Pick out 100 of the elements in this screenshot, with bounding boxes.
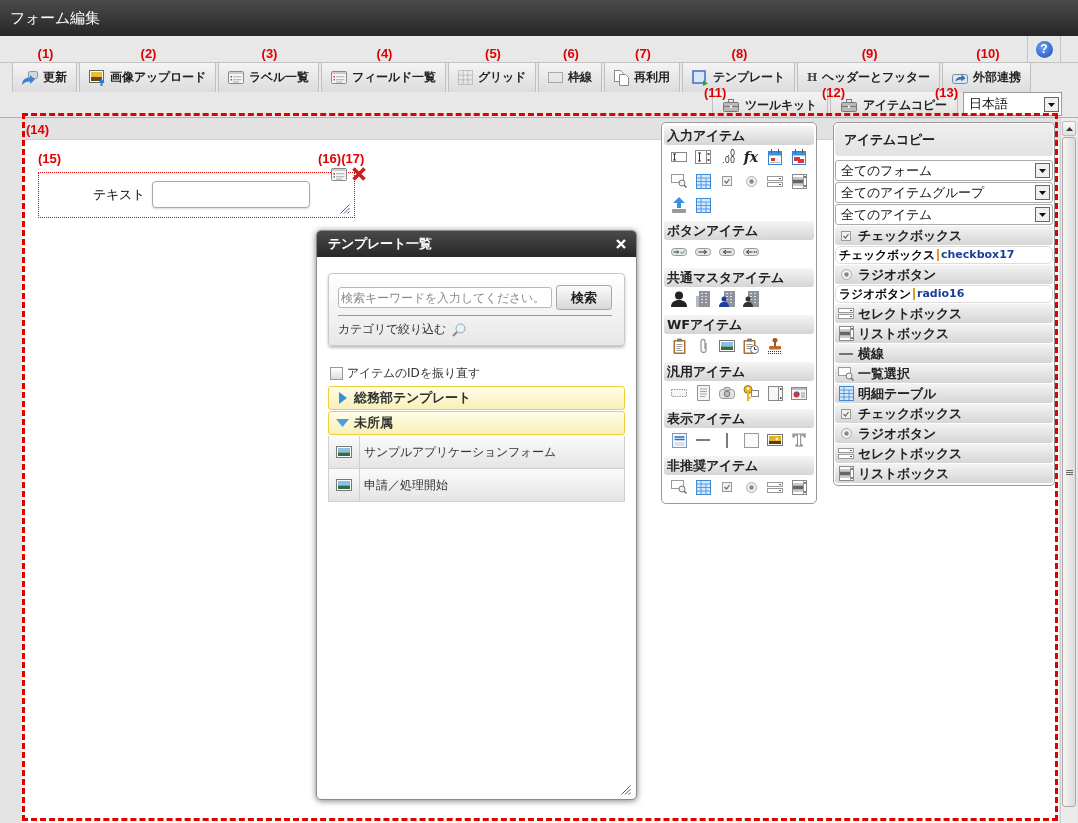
person-icon[interactable] bbox=[671, 291, 687, 307]
button-check-icon[interactable] bbox=[671, 248, 687, 256]
radio-button-icon bbox=[840, 269, 852, 280]
resize-grip-icon[interactable] bbox=[621, 785, 631, 795]
image-upload-icon bbox=[89, 69, 105, 86]
list-item[interactable]: ラジオボタン bbox=[835, 265, 1053, 284]
filter-select[interactable]: 全てのアイテムグループ bbox=[835, 182, 1053, 203]
radio-button-icon[interactable] bbox=[745, 481, 757, 493]
text-block-icon[interactable] bbox=[671, 432, 687, 448]
toolbar-button[interactable]: 枠線 bbox=[538, 63, 602, 92]
building-icon[interactable] bbox=[696, 291, 710, 307]
grip-icon bbox=[1065, 469, 1073, 475]
list-item[interactable]: 横線 bbox=[835, 344, 1053, 363]
caret-up-icon bbox=[1065, 126, 1073, 131]
search-button[interactable]: 検索 bbox=[556, 285, 612, 310]
number-format-icon[interactable]: .0 .00 bbox=[719, 150, 735, 164]
vertical-line-icon[interactable] bbox=[726, 432, 728, 448]
upload-icon[interactable] bbox=[672, 197, 686, 213]
item-detail[interactable]: チェックボックス checkbox17 bbox=[835, 246, 1053, 264]
key-icon[interactable] bbox=[743, 385, 759, 401]
list-item[interactable]: リストボックス bbox=[835, 324, 1053, 343]
stamp-icon[interactable] bbox=[767, 338, 783, 354]
table-icon[interactable] bbox=[695, 479, 711, 495]
camera-icon[interactable] bbox=[719, 387, 735, 399]
list-item[interactable]: セレクトボックス bbox=[835, 444, 1053, 463]
filter-select[interactable]: 全てのフォーム bbox=[835, 160, 1053, 181]
category-filter-link[interactable]: カテゴリで絞り込む bbox=[338, 321, 466, 338]
toolbox-icon bbox=[841, 99, 857, 112]
building-person-icon[interactable] bbox=[719, 291, 735, 307]
building-person-icon[interactable] bbox=[743, 291, 759, 307]
select-box-icon bbox=[838, 308, 854, 319]
category-row[interactable]: 総務部テンプレート bbox=[328, 386, 625, 410]
table-icon[interactable] bbox=[695, 173, 711, 189]
checkbox-icon[interactable] bbox=[722, 176, 732, 186]
list-box-icon[interactable] bbox=[791, 479, 807, 495]
list-window-icon[interactable] bbox=[331, 167, 347, 181]
list-item[interactable]: ラジオボタン bbox=[835, 424, 1053, 443]
section-header: 表示アイテム bbox=[664, 409, 814, 428]
lookup-field-icon[interactable] bbox=[671, 480, 687, 494]
toolbar-button[interactable]: グリッド bbox=[448, 63, 536, 92]
text-icon[interactable]: T bbox=[792, 432, 806, 448]
template-item[interactable]: サンプルアプリケーションフォーム bbox=[328, 436, 625, 469]
checkbox-icon bbox=[841, 230, 851, 241]
side-panel-icon[interactable] bbox=[767, 385, 783, 401]
formula-icon[interactable]: fx bbox=[743, 149, 759, 165]
scrollbar-track[interactable] bbox=[1060, 118, 1077, 823]
toolbar-button[interactable]: フィールド一覧 bbox=[321, 63, 446, 92]
clipboard-clock-icon[interactable] bbox=[743, 338, 759, 354]
list-item[interactable]: セレクトボックス bbox=[835, 304, 1053, 323]
toolbar-button[interactable]: 再利用 bbox=[604, 63, 680, 92]
toolbar-button[interactable]: 画像アップロード bbox=[79, 63, 216, 92]
annotation-label: (9) bbox=[861, 46, 878, 61]
select-box-icon[interactable] bbox=[767, 175, 783, 187]
dotted-rectangle-icon bbox=[548, 72, 563, 83]
share-arrow-icon bbox=[952, 71, 969, 84]
clipboard-icon[interactable] bbox=[672, 338, 686, 354]
window-title: フォーム編集 bbox=[10, 8, 100, 28]
resize-grip-icon[interactable] bbox=[340, 204, 350, 214]
item-id: radio16 bbox=[913, 288, 965, 300]
dashed-box-icon[interactable] bbox=[671, 389, 687, 397]
picture-icon[interactable] bbox=[767, 434, 783, 446]
image-icon[interactable] bbox=[719, 340, 735, 352]
category-row[interactable]: 未所属 bbox=[328, 411, 625, 435]
item-id: checkbox17 bbox=[937, 249, 1015, 261]
radio-button-icon bbox=[840, 428, 852, 439]
calendar-range-icon[interactable] bbox=[792, 149, 806, 165]
text-input[interactable] bbox=[152, 180, 310, 208]
filter-select[interactable]: 全てのアイテム bbox=[835, 204, 1053, 225]
paperclip-icon[interactable] bbox=[698, 338, 708, 354]
checkbox-icon[interactable] bbox=[722, 482, 732, 492]
list-item[interactable]: 一覧選択 bbox=[835, 364, 1053, 383]
language-select[interactable]: 日本語 bbox=[963, 92, 1062, 116]
template-item[interactable]: 申請／処理開始 bbox=[328, 469, 625, 502]
lookup-field-icon[interactable] bbox=[671, 174, 687, 188]
calendar-icon[interactable] bbox=[768, 149, 782, 165]
scrollbar-thumb[interactable] bbox=[1062, 137, 1076, 807]
table-icon[interactable] bbox=[695, 197, 711, 213]
cross-icon[interactable] bbox=[351, 166, 367, 182]
list-item[interactable]: リストボックス bbox=[835, 464, 1053, 483]
blank-box-icon[interactable] bbox=[743, 432, 759, 448]
radio-button-icon[interactable] bbox=[745, 175, 757, 187]
scroll-up-button[interactable] bbox=[1062, 121, 1076, 136]
toolbar-button[interactable]: ラベル一覧 bbox=[218, 63, 319, 92]
text-area-icon[interactable] bbox=[695, 150, 711, 164]
search-field[interactable]: 検索キーワードを入力してください。 bbox=[338, 287, 552, 308]
checkbox[interactable] bbox=[330, 367, 343, 380]
form-item[interactable]: テキスト bbox=[38, 172, 355, 218]
toolbar-button[interactable]: 更新 bbox=[12, 63, 77, 92]
list-item[interactable]: チェックボックス bbox=[835, 226, 1053, 245]
close-icon[interactable] bbox=[616, 239, 626, 249]
list-item[interactable]: チェックボックス bbox=[835, 404, 1053, 423]
annotation-label: (16) bbox=[318, 151, 342, 166]
chart-window-icon[interactable] bbox=[791, 386, 807, 400]
select-box-icon[interactable] bbox=[767, 481, 783, 493]
list-item[interactable]: 明細テーブル bbox=[835, 384, 1053, 403]
list-box-icon[interactable] bbox=[791, 173, 807, 189]
text-field-icon[interactable] bbox=[671, 152, 687, 162]
document-icon[interactable] bbox=[696, 385, 710, 401]
pages-icon bbox=[614, 69, 629, 86]
item-detail[interactable]: ラジオボタン radio16 bbox=[835, 285, 1053, 303]
